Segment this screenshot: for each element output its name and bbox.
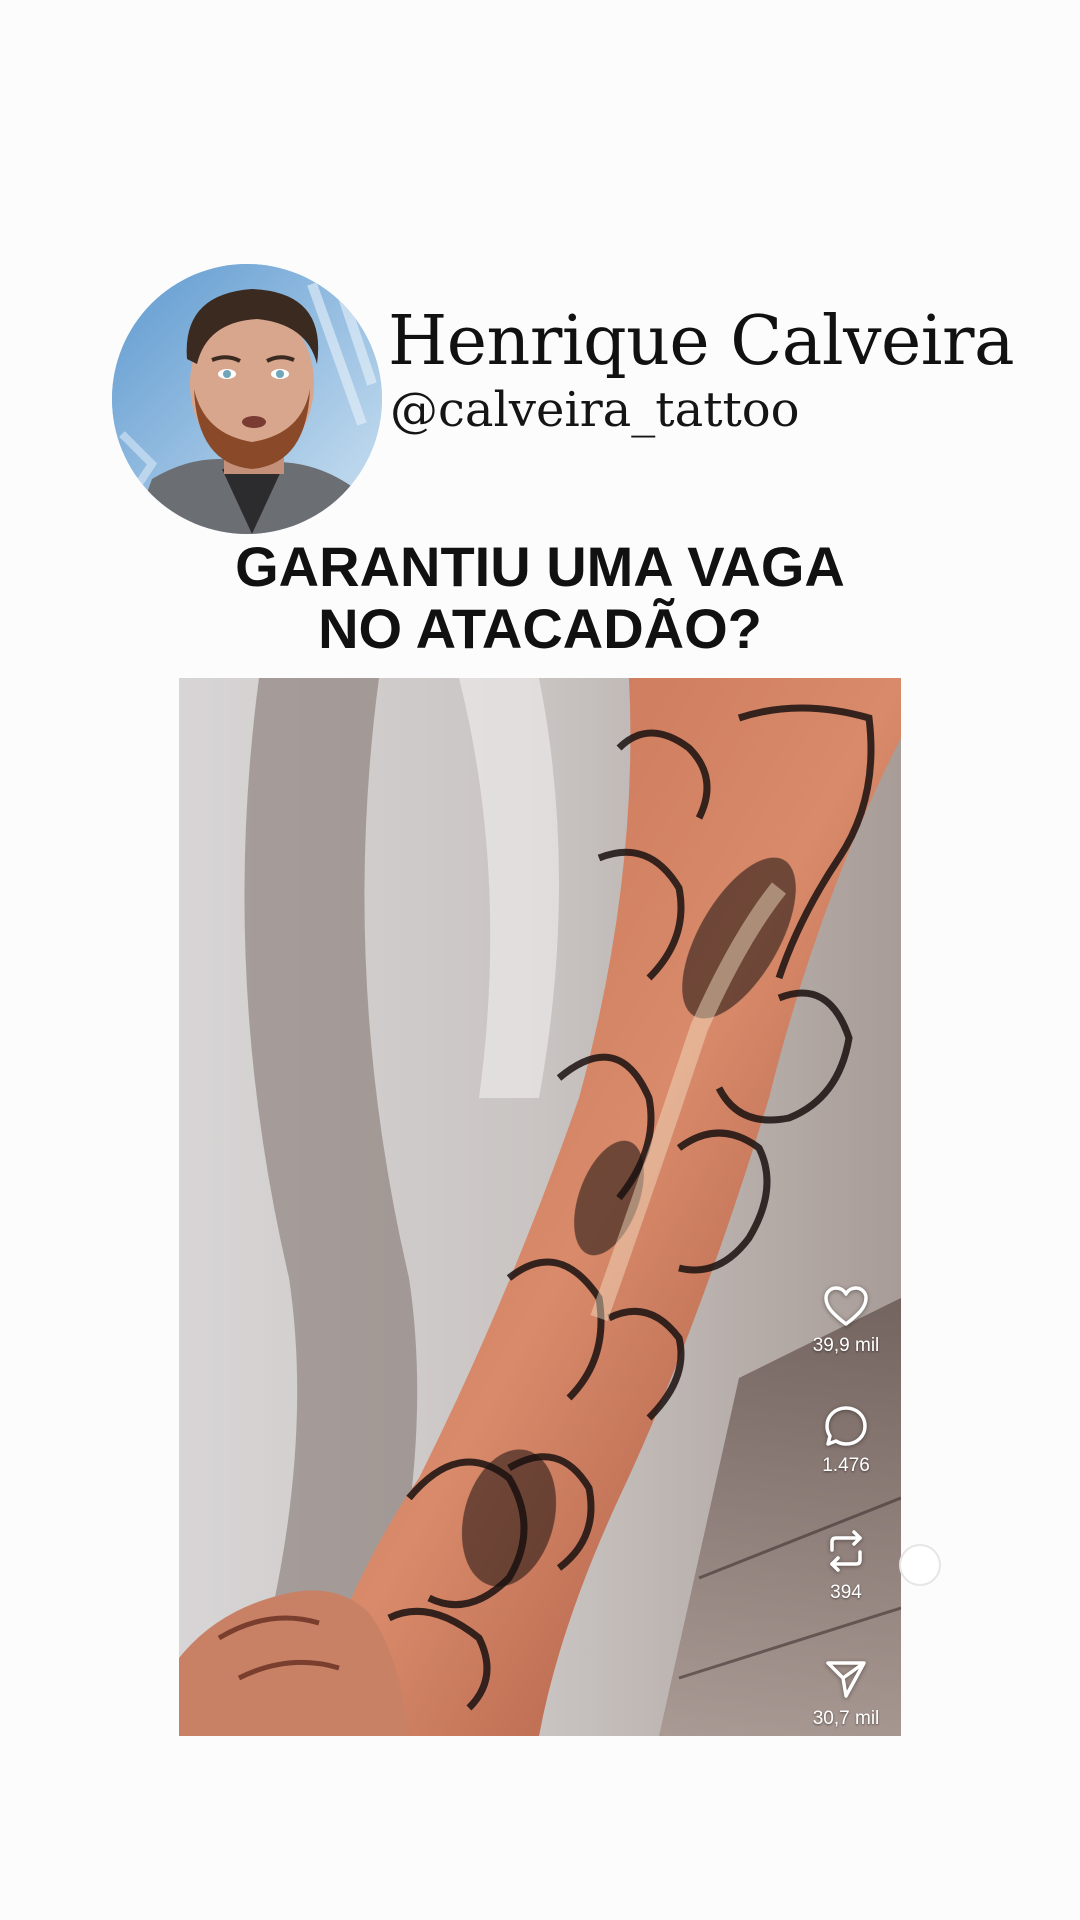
scroll-indicator[interactable] <box>899 1544 941 1586</box>
avatar[interactable] <box>112 264 382 534</box>
comment-action[interactable]: 1.476 <box>791 1405 901 1477</box>
send-icon[interactable] <box>824 1658 868 1700</box>
video-player[interactable]: 39,9 mil 1.476 394 30,7 mil <box>179 678 901 1736</box>
like-count: 39,9 mil <box>812 1335 880 1356</box>
profile-name[interactable]: Henrique Calveira <box>388 302 1015 381</box>
repost-action[interactable]: 394 <box>791 1528 901 1604</box>
comment-count: 1.476 <box>822 1455 870 1476</box>
video-action-bar: 39,9 mil 1.476 394 30,7 mil <box>791 678 901 1736</box>
heart-icon[interactable] <box>823 1285 869 1327</box>
avatar-portrait-image <box>112 264 382 534</box>
post-headline: GARANTIU UMA VAGA NO ATACADÃO? <box>0 536 1080 660</box>
headline-line-2: NO ATACADÃO? <box>318 597 762 660</box>
share-count: 30,7 mil <box>812 1708 880 1729</box>
profile-header: Henrique Calveira @calveira_tattoo <box>112 264 1015 534</box>
share-action[interactable]: 30,7 mil <box>791 1658 901 1730</box>
like-action[interactable]: 39,9 mil <box>791 1285 901 1357</box>
repost-icon[interactable] <box>824 1528 868 1574</box>
post-page: Henrique Calveira @calveira_tattoo GARAN… <box>0 0 1080 1920</box>
repost-count: 394 <box>830 1582 862 1603</box>
profile-handle[interactable]: @calveira_tattoo <box>390 382 800 438</box>
comment-bubble-icon[interactable] <box>824 1405 868 1447</box>
headline-line-1: GARANTIU UMA VAGA <box>235 535 845 598</box>
